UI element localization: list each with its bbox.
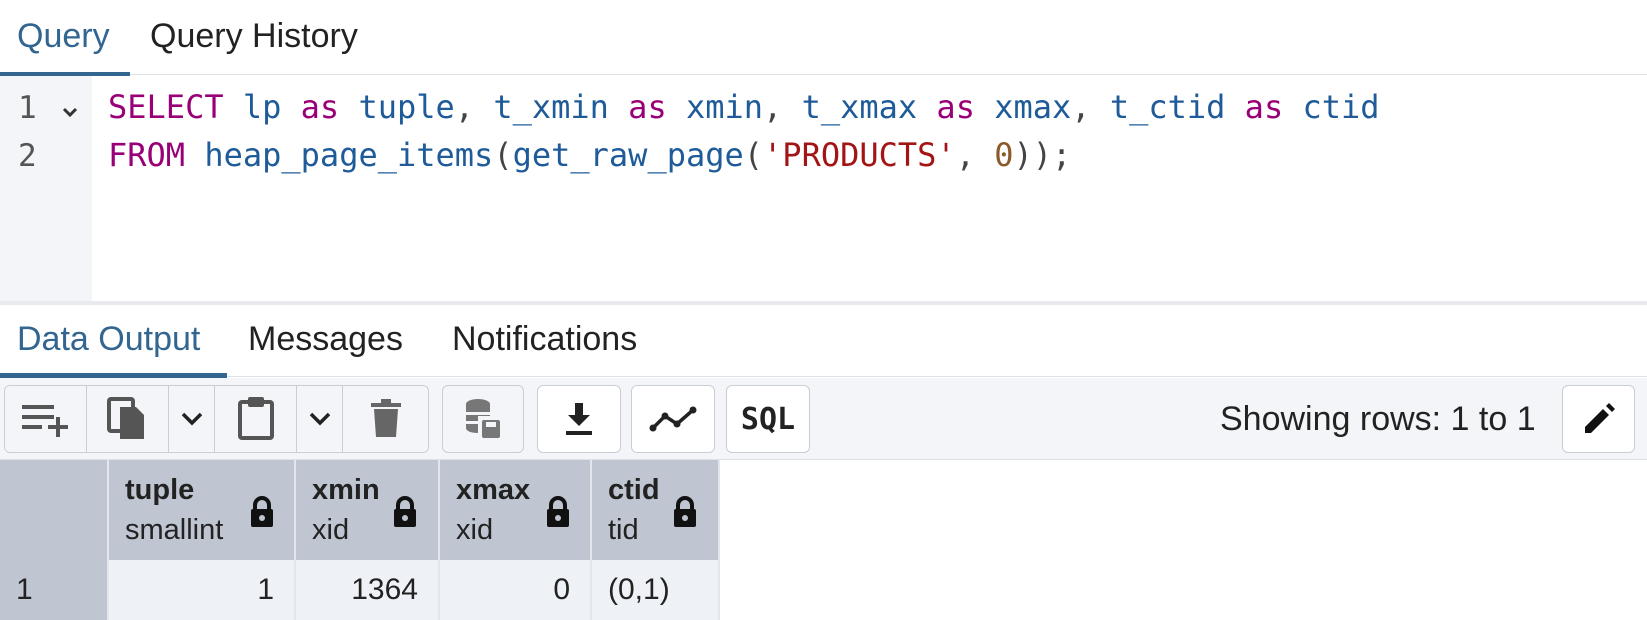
chevron-down-icon [309,412,330,426]
code-token: heap_page_items [204,136,494,174]
lock-icon [547,496,569,527]
column-name: ctid [608,474,660,506]
code-token: t_ctid [1109,88,1226,126]
row-number-header [0,460,109,560]
fold-chevron-icon[interactable] [60,102,80,122]
sql-button[interactable]: SQL [726,385,810,453]
download-icon [566,403,592,435]
code-token: lp [242,88,282,126]
add-row-button[interactable] [5,386,87,452]
line-number: 1 [18,90,37,126]
code-token: ( [743,136,764,174]
chevron-down-icon [181,412,202,426]
tab-query-history[interactable]: Query History [150,0,358,75]
graph-visualiser-button[interactable] [631,385,715,453]
save-data-button[interactable] [442,385,524,453]
code-token: t_xmax [801,88,918,126]
copy-options-dropdown[interactable] [169,386,215,452]
column-type: tid [608,514,639,546]
code-token: 0 [994,136,1014,174]
result-tabs-bar: Data Output Messages Notifications [0,305,1647,378]
row-number-cell[interactable]: 1 [0,560,109,620]
edit-button-group [4,385,429,453]
code-token: xmax [994,88,1072,126]
query-tabs-bar: Query Query History [0,0,1647,76]
table-cell[interactable]: (0,1) [592,560,720,620]
column-header-xmax[interactable]: xmax xid [440,460,592,560]
tab-query[interactable]: Query [0,0,130,76]
column-header-tuple[interactable]: tuple smallint [109,460,296,560]
database-save-icon [466,399,500,438]
column-type: xid [456,514,494,546]
trash-icon [370,399,401,437]
column-name: xmin [312,474,380,506]
code-token: as [1244,88,1284,126]
copy-button[interactable] [87,386,169,452]
lock-icon [674,496,696,527]
code-token: 'PRODUCTS' [763,136,956,174]
table-cell[interactable]: 0 [440,560,592,620]
code-line-2: FROM heap_page_items(get_raw_page('PRODU… [108,136,1071,174]
sql-editor[interactable]: 1 2 SELECT lp as tuple, t_xmin as xmin, … [0,76,1647,301]
table-cell[interactable]: 1 [109,560,296,620]
code-token: , [1071,88,1110,126]
column-name: xmax [456,474,531,506]
clipboard-icon [237,397,274,440]
column-type: smallint [125,514,224,546]
code-token: ctid [1302,88,1380,126]
paste-button[interactable] [215,386,297,452]
tab-notifications[interactable]: Notifications [452,305,637,377]
column-name: tuple [125,474,195,506]
code-token: )); [1013,136,1072,174]
code-token: SELECT [108,88,224,126]
code-token: xmin [685,88,764,126]
result-toolbar: SQL Showing rows: 1 to 1 [0,378,1647,460]
download-button[interactable] [537,385,621,453]
code-token: as [628,88,667,126]
code-token: , [763,88,802,126]
rows-count-label: Showing rows: 1 to 1 [1220,400,1536,438]
code-token: FROM [108,136,186,174]
code-token: , [955,136,995,174]
table-cell[interactable]: 1364 [296,560,440,620]
code-token: t_xmin [493,88,609,126]
editor-gutter: 1 2 [0,76,92,301]
delete-button[interactable] [343,386,428,452]
code-token: as [300,88,340,126]
code-token: , [454,88,494,126]
column-type: xid [312,514,350,546]
line-number: 2 [18,138,37,174]
lock-icon [251,496,273,527]
code-line-1: SELECT lp as tuple, t_xmin as xmin, t_xm… [108,88,1380,126]
tab-data-output[interactable]: Data Output [0,305,227,378]
column-header-ctid[interactable]: ctid tid [592,460,720,560]
tab-messages[interactable]: Messages [248,305,403,377]
line-chart-icon [649,406,697,432]
paste-options-dropdown[interactable] [297,386,343,452]
copy-icon [106,397,144,439]
add-row-icon [21,405,68,437]
pencil-icon [1584,403,1615,433]
edit-button[interactable] [1562,385,1635,453]
lock-icon [394,496,416,527]
code-token: get_raw_page [512,136,744,174]
column-header-xmin[interactable]: xmin xid [296,460,440,560]
code-token: as [936,88,975,126]
code-token: ( [493,136,513,174]
code-token: tuple [358,88,455,126]
